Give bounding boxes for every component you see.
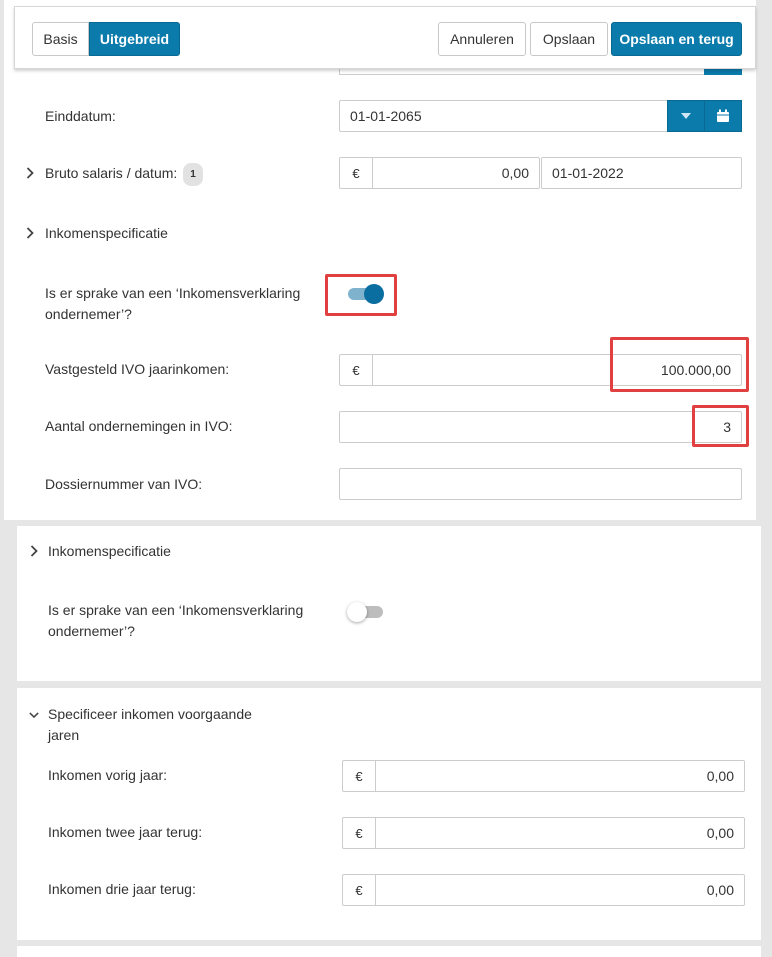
chevron-right-icon[interactable] [25, 226, 35, 240]
gross-salary-date-value: 01-01-2022 [552, 165, 624, 181]
enddate-input[interactable]: 01-01-2065 [339, 100, 669, 132]
income-last-year-value: 0,00 [706, 768, 734, 784]
previous-years-title[interactable]: Specificeer inkomen voorgaande jaren [48, 704, 252, 746]
gross-salary-label-text: Bruto salaris / datum: [45, 165, 178, 182]
chevron-down-icon[interactable] [29, 708, 39, 722]
currency-addon: € [339, 157, 373, 189]
chevron-right-icon[interactable] [29, 544, 39, 558]
companies-input[interactable]: 3 [339, 411, 742, 443]
currency-addon: € [339, 354, 373, 386]
chevron-right-icon[interactable] [25, 166, 35, 180]
ivo-income-label: Vastgesteld IVO jaarinkomen: [45, 361, 230, 377]
caret-down-icon [681, 113, 691, 119]
ivo-question-label: Is er sprake van een ‘Inkomensverklaring… [48, 602, 304, 639]
income-last-year-label: Inkomen vorig jaar: [48, 767, 168, 783]
income-three-years-input[interactable]: 0,00 [375, 874, 745, 906]
gross-salary-input[interactable]: 0,00 [372, 157, 540, 189]
next-panel-edge [17, 946, 761, 957]
dossier-input[interactable] [339, 468, 742, 500]
toolbar: Basis Uitgebreid Annuleren Opslaan Opsla… [14, 6, 756, 69]
ivo-question-label: Is er sprake van een ‘Inkomensverklaring… [45, 285, 301, 322]
gross-salary-date-input[interactable]: 01-01-2022 [541, 157, 742, 189]
currency-addon: € [342, 760, 376, 792]
gross-salary-value: 0,00 [501, 165, 529, 181]
income-spec-toggle-label[interactable]: Inkomenspecificatie [45, 223, 168, 244]
income-two-years-label: Inkomen twee jaar terug: [48, 824, 203, 840]
calendar-button[interactable] [704, 100, 742, 132]
count-badge: 1 [183, 163, 203, 186]
dossier-label: Dossiernummer van IVO: [45, 476, 203, 492]
ivo-income-input[interactable]: 100.000,00 [372, 354, 742, 386]
enddate-label: Einddatum: [45, 108, 116, 124]
cancel-button[interactable]: Annuleren [438, 22, 526, 56]
mode-advanced-button[interactable]: Uitgebreid [89, 22, 180, 56]
ivo-toggle[interactable] [346, 283, 384, 305]
income-three-years-value: 0,00 [706, 882, 734, 898]
scrolled-field-stub [339, 68, 742, 75]
mode-basic-button[interactable]: Basis [32, 22, 89, 56]
enddate-dropdown-button[interactable] [667, 100, 705, 132]
enddate-value: 01-01-2065 [350, 108, 422, 124]
income-last-year-input[interactable]: 0,00 [375, 760, 745, 792]
income-two-years-value: 0,00 [706, 825, 734, 841]
save-button[interactable]: Opslaan [530, 22, 608, 56]
income-two-years-input[interactable]: 0,00 [375, 817, 745, 849]
gross-salary-label[interactable]: Bruto salaris / datum: 1 [45, 163, 203, 186]
save-and-back-button[interactable]: Opslaan en terug [611, 22, 742, 56]
companies-label: Aantal ondernemingen in IVO: [45, 418, 233, 434]
income-three-years-label: Inkomen drie jaar terug: [48, 881, 196, 897]
currency-addon: € [342, 874, 376, 906]
companies-value: 3 [723, 419, 731, 435]
currency-addon: € [342, 817, 376, 849]
income-spec-toggle-label[interactable]: Inkomenspecificatie [48, 541, 171, 562]
ivo-toggle[interactable] [347, 601, 385, 623]
calendar-icon [717, 109, 729, 122]
ivo-income-value: 100.000,00 [660, 362, 731, 378]
